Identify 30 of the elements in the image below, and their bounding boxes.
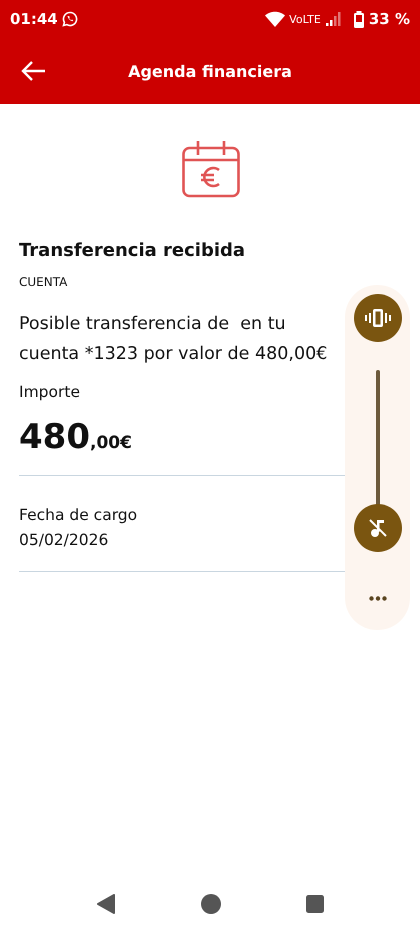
recents-square-icon [306, 895, 324, 913]
nav-back-button[interactable] [96, 894, 116, 914]
amount-integer: 480 [19, 417, 90, 457]
account-label: CUENTA [19, 275, 68, 289]
volume-thumb[interactable] [354, 504, 402, 552]
back-arrow-icon [20, 60, 46, 82]
signal-icon [324, 11, 341, 27]
muted-music-icon [366, 517, 388, 539]
network-type: VoLTE [289, 12, 321, 26]
battery-percentage: 33 % [368, 10, 410, 28]
amount-label: Importe [19, 383, 81, 401]
battery-icon [352, 10, 365, 28]
home-circle-icon [201, 894, 221, 914]
vibrate-icon [364, 309, 390, 327]
date-label: Fecha de cargo [19, 506, 138, 524]
screen-title: Agenda financiera [128, 62, 292, 80]
amount-decimals: ,00€ [90, 433, 132, 453]
back-triangle-icon [96, 894, 116, 914]
transaction-title: Transferencia recibida [19, 240, 246, 261]
ringer-mode-button[interactable] [354, 294, 402, 342]
transaction-description: Posible transferencia de en tu cuenta *1323 por valor de 480,00€ [19, 313, 328, 366]
charge-date: 05/02/2026 [19, 531, 110, 549]
volume-slider[interactable] [354, 370, 402, 552]
more-dots-icon [368, 596, 386, 600]
home-button[interactable] [201, 894, 221, 914]
chat-bubble-icon [62, 11, 78, 27]
status-time: 01:44 [10, 10, 58, 28]
calendar-euro-icon [182, 140, 240, 198]
wifi-icon [265, 11, 286, 27]
back-button[interactable] [20, 60, 46, 82]
